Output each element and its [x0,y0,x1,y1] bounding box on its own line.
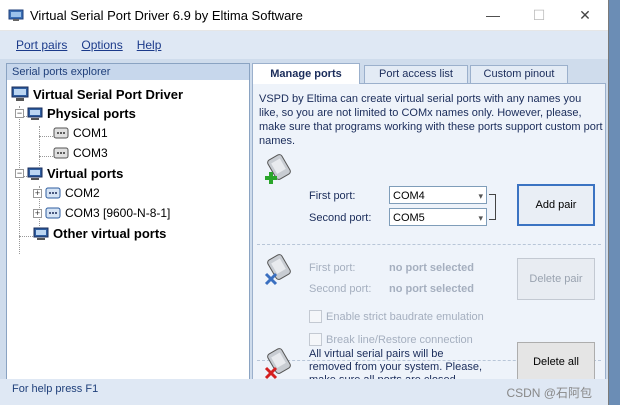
minimize-button[interactable]: — [470,0,516,30]
main-content: Serial ports explorer Virtual Serial Por… [0,59,608,386]
break-line-checkbox[interactable]: Break line/Restore connection [309,333,473,346]
explorer-header: Serial ports explorer [7,64,249,80]
strict-baudrate-label: Enable strict baudrate emulation [326,310,484,323]
maximize-button[interactable]: ☐ [516,0,562,30]
tab-strip: Manage ports Port access list Custom pin… [252,63,608,84]
delete-pair-button[interactable]: Delete pair [517,258,595,300]
watermark: CSDN @石阿包 [506,386,592,400]
menu-options[interactable]: Options [81,38,122,52]
tree-root[interactable]: Virtual Serial Port Driver [11,86,183,102]
menu-bar: Port pairs Options Help [0,30,608,59]
tab-manage-ports[interactable]: Manage ports [252,63,360,84]
virtual-port-icon [45,187,61,199]
expand-icon[interactable]: + [33,208,42,218]
delete-all-icon [264,348,291,380]
first-port-value: COM4 [393,190,425,202]
pair-bracket [489,194,496,220]
serial-port-icon [53,147,69,159]
tree-line [39,136,53,137]
other-virtual-ports-label: Other virtual ports [53,226,167,241]
tree-item-com3-virtual[interactable]: + COM3 [9600-N-8-1] [33,206,170,220]
close-button[interactable]: ✕ [562,0,608,30]
description-text: VSPD by Eltima can create virtual serial… [259,93,603,147]
tree-line [39,156,53,157]
delete-pair-icon [264,254,291,286]
delete-second-port-label: Second port: [309,283,372,295]
computer-icon [11,86,29,101]
title-bar: Virtual Serial Port Driver 6.9 by Eltima… [0,0,608,30]
expand-icon[interactable]: + [33,188,42,198]
tab-custom-pinout[interactable]: Custom pinout [470,65,568,83]
serial-ports-explorer: Serial ports explorer Virtual Serial Por… [6,63,250,383]
physical-ports-label: Physical ports [47,106,136,121]
delete-first-port-value: no port selected [389,262,474,274]
tree-other-virtual-ports[interactable]: Other virtual ports [33,226,166,241]
tree-root-label: Virtual Serial Port Driver [33,86,184,102]
add-pair-button[interactable]: Add pair [517,184,595,226]
computer-icon [27,167,43,180]
com1-label: COM1 [73,126,108,140]
status-bar: For help press F1 CSDN @石阿包 [0,379,608,405]
delete-second-port-value: no port selected [389,283,474,295]
second-port-select[interactable]: COM5 ▾ [389,208,487,226]
main-window: Virtual Serial Port Driver 6.9 by Eltima… [0,0,609,405]
tree-line [39,126,40,166]
checkbox-box[interactable] [309,333,322,346]
separator [257,244,601,245]
computer-icon [27,107,43,120]
window-title: Virtual Serial Port Driver 6.9 by Eltima… [30,7,303,23]
second-port-label: Second port: [309,212,372,224]
tree-item-com2[interactable]: + COM2 [33,186,100,200]
manage-ports-panel: VSPD by Eltima can create virtual serial… [252,83,606,386]
add-pair-icon [265,154,291,184]
chevron-down-icon: ▾ [478,213,483,223]
tree-physical-ports[interactable]: − Physical ports [15,106,136,121]
second-port-value: COM5 [393,212,425,224]
virtual-ports-label: Virtual ports [47,166,124,181]
com3-virtual-label: COM3 [9600-N-8-1] [65,206,171,220]
menu-port-pairs[interactable]: Port pairs [16,38,67,52]
virtual-port-icon [45,207,61,219]
desktop-background [608,0,620,405]
serial-port-icon [53,127,69,139]
checkbox-box[interactable] [309,310,322,323]
tree-item-com1[interactable]: COM1 [53,126,108,140]
com2-label: COM2 [65,186,100,200]
tree-item-com3-physical[interactable]: COM3 [53,146,108,160]
tree-virtual-ports[interactable]: − Virtual ports [15,166,123,181]
com3-label: COM3 [73,146,108,160]
strict-baudrate-checkbox[interactable]: Enable strict baudrate emulation [309,310,484,323]
delete-first-port-label: First port: [309,262,356,274]
collapse-icon[interactable]: − [15,169,24,178]
first-port-label: First port: [309,190,356,202]
menu-help[interactable]: Help [137,38,162,52]
computer-icon [33,227,49,240]
tab-port-access-list[interactable]: Port access list [364,65,468,83]
break-line-label: Break line/Restore connection [326,333,473,346]
app-icon [8,7,24,23]
right-pane: Manage ports Port access list Custom pin… [252,63,608,386]
collapse-icon[interactable]: − [15,109,24,118]
first-port-select[interactable]: COM4 ▾ [389,186,487,204]
tree-line [19,236,33,237]
chevron-down-icon: ▾ [478,191,483,201]
status-text: For help press F1 [12,383,99,395]
delete-all-button[interactable]: Delete all [517,342,595,382]
